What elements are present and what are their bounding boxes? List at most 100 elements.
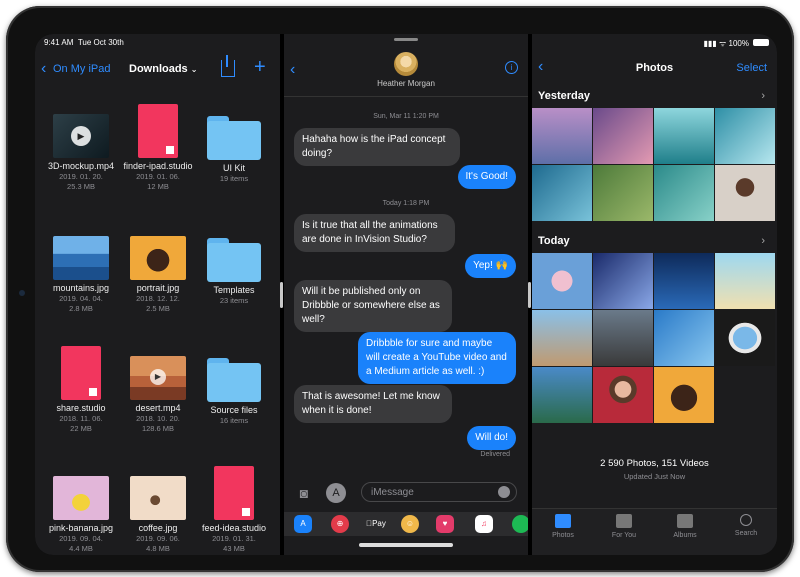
video-thumbnail: ▶ (130, 356, 186, 400)
image-thumbnail (53, 476, 109, 520)
app-store-app-icon[interactable]: A (294, 515, 312, 533)
select-button[interactable]: Select (736, 62, 767, 74)
file-item[interactable]: feed-idea.studio 2019. 01. 31. 43 MB (197, 466, 271, 554)
file-item[interactable]: ▶ desert.mp4 2018. 10. 20. 128.6 MB (121, 356, 195, 434)
photo-thumbnail[interactable] (715, 165, 775, 221)
camera-icon[interactable]: ◙ (294, 483, 314, 503)
photo-thumbnail[interactable] (654, 367, 714, 423)
folder-title[interactable]: Downloads ⌄ (129, 63, 197, 75)
file-date: 2019. 01. 20. (59, 172, 103, 181)
outgoing-message[interactable]: Will do! (467, 426, 516, 450)
imessage-app-drawer: A ⊕ Pay ☺ ♥ ♫ (284, 512, 528, 536)
file-name: coffee.jpg (138, 523, 178, 533)
photo-thumbnail[interactable] (593, 253, 653, 309)
file-item[interactable]: share.studio 2018. 11. 06. 22 MB (44, 346, 118, 434)
search-images-app-icon[interactable]: ⊕ (331, 515, 349, 533)
file-size: 12 MB (147, 182, 169, 191)
section-title[interactable]: Yesterday (538, 90, 590, 102)
home-indicator[interactable] (359, 543, 453, 547)
photo-thumbnail[interactable] (593, 165, 653, 221)
incoming-message[interactable]: That is awesome! Let me know when it is … (294, 385, 452, 423)
music-app-icon[interactable]: ♫ (475, 515, 493, 533)
apple-pay-icon[interactable]: Pay (364, 515, 388, 533)
photo-thumbnail[interactable] (654, 165, 714, 221)
photo-thumbnail[interactable] (532, 367, 592, 423)
digital-touch-icon[interactable]: ♥ (436, 515, 454, 533)
chevron-right-icon[interactable]: › (761, 90, 765, 102)
photo-thumbnail[interactable] (654, 253, 714, 309)
camera (19, 290, 25, 296)
studio-file-icon (214, 466, 254, 520)
tab-bar: Photos For You Albums Search (532, 508, 777, 555)
file-item[interactable]: portrait.jpg 2018. 12. 12. 2.5 MB (121, 236, 195, 314)
file-item[interactable]: coffee.jpg 2019. 09. 06. 4.8 MB (121, 476, 195, 554)
photo-thumbnail[interactable] (593, 310, 653, 366)
file-item[interactable]: mountains.jpg 2019. 04. 04. 2.8 MB (44, 236, 118, 314)
studio-file-icon (138, 104, 178, 158)
photo-thumbnail[interactable] (532, 310, 592, 366)
file-size: 25.3 MB (67, 182, 95, 191)
outgoing-message[interactable]: It's Good! (457, 165, 516, 189)
microphone-icon[interactable] (498, 486, 510, 498)
file-date: 2019. 04. 04. (59, 294, 103, 303)
file-name: portrait.jpg (136, 283, 180, 293)
incoming-message[interactable]: Hahaha how is the iPad concept doing? (294, 128, 460, 166)
photo-thumbnail[interactable] (654, 310, 714, 366)
status-time: 9:41 AM Tue Oct 30th (44, 38, 124, 47)
folder-item[interactable]: Templates 23 items (197, 226, 271, 306)
photo-thumbnail[interactable] (532, 108, 592, 164)
folder-name: Templates (213, 285, 255, 295)
file-date: 2019. 01. 06. (136, 172, 180, 181)
library-count: 2 590 Photos, 151 Videos (600, 458, 709, 469)
incoming-message[interactable]: Is it true that all the animations are d… (294, 214, 455, 252)
photo-thumbnail[interactable] (715, 253, 775, 309)
spotify-app-icon[interactable] (512, 515, 528, 533)
folder-count: 16 items (219, 416, 249, 425)
folder-item[interactable]: UI Kit 19 items (197, 104, 271, 184)
file-date: 2019. 09. 04. (59, 534, 103, 543)
messages-app: ‹ Heather Morgan i Sun, Mar 11 1:20 PM H… (284, 34, 528, 555)
outgoing-message[interactable]: Yep! 🙌 (465, 254, 516, 278)
file-item[interactable]: finder-ipad.studio 2019. 01. 06. 12 MB (121, 104, 195, 192)
chevron-right-icon[interactable]: › (761, 235, 765, 247)
photo-thumbnail[interactable] (593, 367, 653, 423)
back-chevron-icon[interactable]: ‹ (41, 61, 46, 77)
drag-handle[interactable] (394, 38, 418, 41)
add-icon[interactable]: + (254, 56, 266, 79)
tab-photos[interactable]: Photos (533, 514, 593, 539)
share-icon[interactable] (221, 55, 235, 77)
photo-thumbnail[interactable] (593, 108, 653, 164)
tab-search[interactable]: Search (716, 514, 776, 537)
tab-albums[interactable]: Albums (655, 514, 715, 539)
photo-thumbnail[interactable] (715, 310, 775, 366)
animoji-icon[interactable]: ☺ (401, 515, 419, 533)
photo-thumbnail[interactable] (532, 165, 592, 221)
section-title[interactable]: Today (538, 235, 570, 247)
back-button[interactable]: On My iPad (53, 63, 110, 75)
file-size: 4.8 MB (146, 544, 170, 553)
file-name: desert.mp4 (135, 403, 181, 413)
file-item[interactable]: ▶ 3D-mockup.mp4 2019. 01. 20. 25.3 MB (44, 114, 118, 192)
file-name: feed-idea.studio (201, 523, 267, 533)
tab-for-you[interactable]: For You (594, 514, 654, 539)
files-app: 9:41 AM Tue Oct 30th ‹ On My iPad Downlo… (35, 34, 280, 555)
folder-item[interactable]: Source files 16 items (197, 346, 271, 426)
photo-thumbnail[interactable] (715, 108, 775, 164)
file-size: 43 MB (223, 544, 245, 553)
message-input[interactable]: iMessage (361, 482, 517, 502)
app-store-icon[interactable]: A (326, 483, 346, 503)
photos-app: ▮▮▮ ᯤ 100% ‹ Photos Select Yesterday › T… (532, 34, 777, 555)
file-name: share.studio (56, 403, 106, 413)
photo-thumbnail[interactable] (532, 253, 592, 309)
play-icon: ▶ (150, 369, 166, 385)
folder-name: UI Kit (222, 163, 245, 173)
file-item[interactable]: pink-banana.jpg 2019. 09. 04. 4.4 MB (44, 476, 118, 554)
info-icon[interactable]: i (505, 61, 518, 74)
delivered-status: Delivered (480, 451, 510, 458)
incoming-message[interactable]: Will it be published only on Dribbble or… (294, 280, 452, 332)
photo-thumbnail[interactable] (654, 108, 714, 164)
contact-header[interactable]: Heather Morgan (284, 52, 528, 88)
outgoing-message[interactable]: Dribbble for sure and maybe will create … (358, 332, 516, 384)
file-size: 4.4 MB (69, 544, 93, 553)
timestamp: Sun, Mar 11 1:20 PM (373, 113, 439, 120)
